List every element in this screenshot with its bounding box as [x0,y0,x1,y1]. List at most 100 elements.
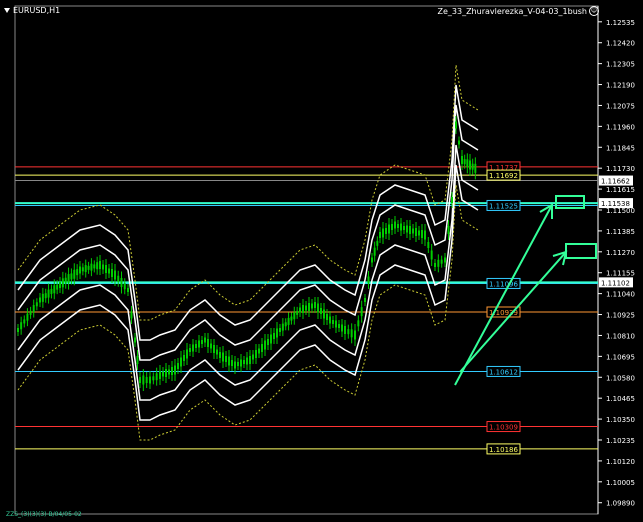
candle-body [139,377,141,383]
price-axis-label: 1.10810 [606,332,635,340]
candle-body [458,140,460,145]
smiley-icon[interactable]: ☺ [589,6,599,16]
candle-body [64,277,67,284]
target-box-lower[interactable] [565,243,597,259]
candle-body [180,357,182,367]
candle-body [314,302,316,308]
candle-body [415,228,417,236]
candle-body [216,349,218,355]
candle-body [335,320,337,328]
band-line [17,84,479,341]
candle-body [96,262,99,270]
candle-body [434,263,436,267]
candle-body [444,257,446,263]
candle-body [293,312,296,320]
candle-body [267,339,269,345]
candle-body [317,303,319,313]
candle-body [73,269,76,279]
candle-body [276,328,278,338]
candle-body [252,354,254,360]
candle-body [207,339,209,347]
price-axis-label: 1.10695 [606,353,635,361]
target-box-upper[interactable] [555,195,585,209]
candle-body [102,264,104,270]
candle-body [192,344,194,352]
candle-body [341,324,343,332]
candle-body [240,359,242,367]
candle-body [237,362,239,366]
candle-body [258,348,260,354]
level-tag-label: 1.10186 [489,446,518,454]
candle-body [430,250,433,260]
candle-body [302,305,304,313]
price-chart[interactable]: 1.12535 1.12420 1.12305 1.12190 1.12075 1.119… [0,0,643,522]
candle-body [332,320,334,324]
candle-body [155,373,158,381]
candle-body [281,323,284,331]
candle-body [400,223,402,231]
candle-body [326,314,328,320]
candle-body [70,273,73,280]
dropdown-triangle-icon[interactable] [4,8,10,13]
candle-body [29,310,32,315]
axis-price-tag-label: 1.11102 [601,279,630,287]
candle-body [382,228,384,238]
candle-body [23,319,26,324]
candle-body [329,316,331,324]
candle-body [234,361,236,369]
candle-body [299,307,301,313]
level-tag-label: 1.10309 [489,424,518,432]
candle-body [204,337,206,343]
candle-body [225,356,227,362]
candle-body [177,363,179,369]
candle-body [354,330,356,340]
price-axis-label: 1.11845 [606,144,635,152]
candle-body [376,240,379,246]
candle-body [39,297,41,303]
price-axis-label: 1.12535 [606,19,635,27]
price-axis-label: 1.12190 [606,82,635,90]
candle-body [219,352,221,358]
price-axis-label: 1.09890 [606,500,635,508]
candle-body [198,340,200,348]
symbol-header[interactable]: EURUSD,H1 [4,6,60,15]
candle-body [427,242,430,248]
candle-body [305,305,307,311]
candle-body [213,345,215,353]
price-axis-label: 1.10350 [606,416,635,424]
candle-body [440,259,443,264]
candle-body [474,163,477,173]
candle-body [35,302,38,307]
candle-body [287,317,290,325]
level-tag-label: 1.10612 [489,368,518,376]
candle-body [53,285,56,294]
candle-body [195,344,197,348]
candle-body [81,267,84,272]
chart-frame [14,5,599,515]
price-axis-label: 1.11500 [606,207,635,215]
candle-body [424,230,426,240]
candle-body [130,311,133,319]
candle-body [338,324,340,328]
chart-window[interactable]: 1.12535 1.12420 1.12305 1.12190 1.12075 1.119… [0,0,643,522]
candle-body [320,308,322,314]
candle-body [93,264,96,269]
price-axis-label: 1.11615 [606,186,635,194]
price-axis-label: 1.11730 [606,165,635,173]
candle-body [210,343,212,349]
candle-body [437,259,440,267]
indicator-label: Ze_33_Zhuravlerezka_V-04-03_1bush [437,6,587,16]
candle-body [222,352,224,362]
candle-body [44,293,47,299]
candle-body [183,355,185,361]
candle-body [114,270,116,280]
candle-body [357,320,360,327]
candle-body [105,265,107,273]
candle-body [388,224,390,234]
candle-body [461,156,463,164]
candle-body [67,274,70,284]
candle-body [90,263,93,271]
candle-body [360,307,363,317]
candle-body [371,257,373,263]
candle-body [379,232,381,238]
